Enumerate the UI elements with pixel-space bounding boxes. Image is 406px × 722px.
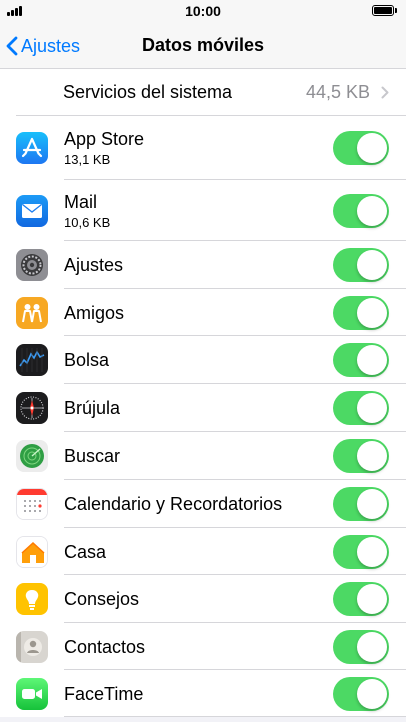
app-name: Brújula [64,398,121,418]
compass-data-toggle[interactable] [333,391,389,425]
home-data-toggle[interactable] [333,534,389,569]
mail-data-toggle[interactable] [333,193,389,228]
system-services-row[interactable]: Servicios del sistema 44,5 KB [0,69,406,116]
app-name: Mail [64,191,98,212]
chevron-left-icon [6,36,18,56]
contacts-data-toggle[interactable] [333,629,389,664]
app-row-facetime: FaceTime [0,670,406,717]
facetime-data-toggle[interactable] [333,676,389,711]
app-name: Amigos [64,302,125,323]
app-row-calendar: Calendario y Recordatorios [0,480,406,528]
contacts-icon [16,630,48,663]
home-icon [16,535,48,568]
stocks-icon [16,344,48,376]
find-my-data-toggle[interactable] [333,439,389,473]
app-row-compass: Brújula [0,384,406,432]
app-row-home: Casa [0,528,406,575]
tips-data-toggle[interactable] [333,582,389,616]
status-bar: 10:00 [0,0,406,22]
app-data-usage: 10,6 KB [64,214,111,230]
app-name: App Store [64,129,145,149]
system-services-label: Servicios del sistema [63,82,233,102]
calendar-data-toggle[interactable] [333,487,389,521]
app-name: FaceTime [64,683,144,704]
app-name: Consejos [64,589,140,609]
app-row-find-my: Buscar [0,432,406,480]
back-label: Ajustes [21,35,81,56]
tips-icon [16,583,48,615]
app-row-tips: Consejos [0,575,406,623]
calendar-icon [16,488,48,520]
app-data-usage: 13,1 KB [64,152,111,167]
friends-icon [16,296,48,329]
app-row-friends: Amigos [0,289,406,336]
app-name: Bolsa [64,350,110,370]
status-time: 10:00 [185,3,221,19]
app-row-contacts: Contactos [0,623,406,670]
app-store-data-toggle[interactable] [333,131,389,165]
app-name: Casa [64,541,107,562]
stocks-data-toggle[interactable] [333,343,389,377]
app-name: Contactos [64,636,146,657]
app-row-stocks: Bolsa [0,336,406,384]
app-store-icon [16,132,48,164]
app-name: Buscar [64,446,121,466]
system-services-value: 44,5 KB [305,82,370,102]
app-row-mail: Mail 10,6 KB [0,180,406,241]
friends-data-toggle[interactable] [333,295,389,330]
compass-icon [16,392,48,424]
settings-data-toggle[interactable] [333,248,389,282]
app-name: Calendario y Recordatorios [64,494,283,514]
back-button[interactable]: Ajustes [6,32,80,60]
find-my-icon [16,440,48,472]
navigation-bar: Ajustes Datos móviles [0,22,406,69]
app-name: Ajustes [64,255,124,275]
chevron-right-icon [381,86,389,99]
mail-icon [16,194,48,227]
facetime-icon [16,677,48,710]
battery-icon [372,5,398,16]
settings-icon [16,249,48,281]
app-row-settings: Ajustes [0,241,406,289]
app-usage-list: Servicios del sistema 44,5 KB App Store … [0,69,406,717]
app-row-app-store: App Store 13,1 KB [0,116,406,180]
